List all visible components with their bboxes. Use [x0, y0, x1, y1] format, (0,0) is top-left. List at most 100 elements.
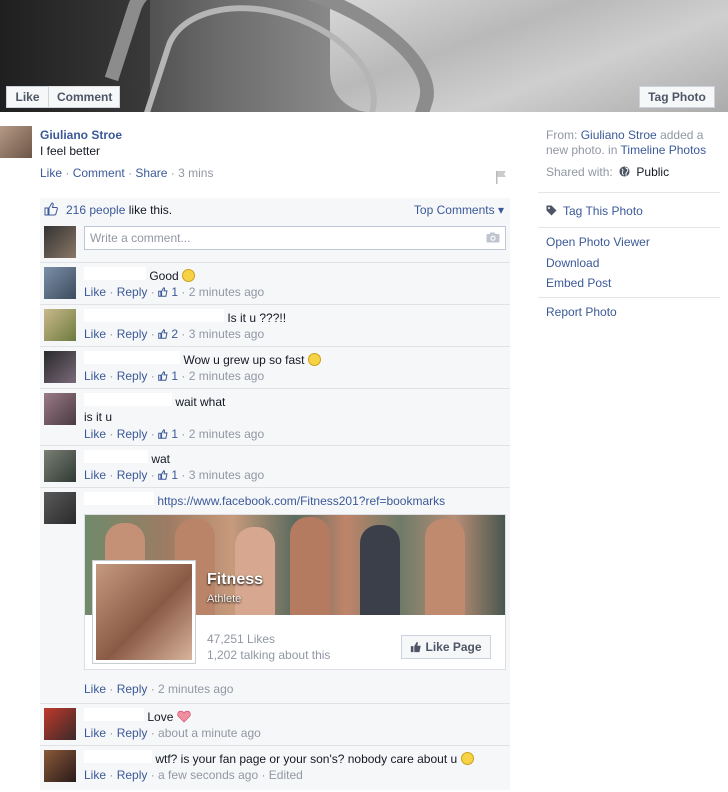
- comment-body: Love: [84, 708, 506, 725]
- comment-reply-link[interactable]: Reply: [117, 285, 148, 299]
- comment-like-link[interactable]: Like: [84, 768, 106, 782]
- commenter-avatar[interactable]: [44, 750, 76, 782]
- camera-icon[interactable]: [486, 232, 500, 243]
- commenter-avatar[interactable]: [44, 708, 76, 740]
- comment-reply-link[interactable]: Reply: [117, 768, 148, 782]
- comment-time[interactable]: about a minute ago: [158, 726, 261, 740]
- cover-figure: [360, 525, 400, 615]
- comment-meta: Like · Reply · 1 · 2 minutes ago: [84, 369, 265, 383]
- comment-time[interactable]: 2 minutes ago: [189, 285, 264, 299]
- post-time[interactable]: 3 mins: [178, 166, 213, 180]
- post-share-link[interactable]: Share: [135, 166, 167, 180]
- top-comments-label: Top Comments: [413, 203, 495, 217]
- comment-reply-link[interactable]: Reply: [117, 327, 148, 341]
- divider: [538, 297, 720, 298]
- comment-like-count[interactable]: 1: [171, 468, 178, 482]
- comment-reply-link[interactable]: Reply: [117, 682, 148, 696]
- comment-meta: Like · Reply · 2 · 3 minutes ago: [84, 327, 265, 341]
- download-link[interactable]: Download: [546, 256, 599, 270]
- comment-text: Wow u grew up so fast: [183, 353, 305, 367]
- comment-reply-link[interactable]: Reply: [117, 468, 148, 482]
- top-comments-dropdown[interactable]: Top Comments ▾: [414, 203, 504, 217]
- comment-item: wait what is it u Like · Reply · 1 · 2 m…: [40, 388, 510, 445]
- photo-like-button[interactable]: Like: [6, 86, 48, 108]
- commenter-avatar[interactable]: [44, 450, 76, 482]
- commenter-name-redacted: [84, 351, 180, 364]
- commenter-avatar[interactable]: [44, 351, 76, 383]
- comment-like-link[interactable]: Like: [84, 468, 106, 482]
- commenter-avatar[interactable]: [44, 492, 76, 524]
- comment-time[interactable]: 2 minutes ago: [189, 369, 264, 383]
- author-name[interactable]: Giuliano Stroe: [40, 128, 122, 142]
- comment-input[interactable]: Write a comment...: [84, 226, 506, 250]
- comment-like-count[interactable]: 1: [171, 427, 178, 441]
- comment-like-link[interactable]: Like: [84, 682, 106, 696]
- comment-body: Is it u ???!!: [84, 309, 506, 326]
- commenter-avatar[interactable]: [44, 309, 76, 341]
- comment-time[interactable]: 3 minutes ago: [189, 468, 264, 482]
- commenter-avatar[interactable]: [44, 267, 76, 299]
- comment-like-count[interactable]: 1: [171, 369, 178, 383]
- commenter-name-redacted: [84, 750, 152, 763]
- report-flag-icon[interactable]: [495, 170, 507, 184]
- comment-edited-label[interactable]: Edited: [269, 768, 303, 782]
- comment-text: wat: [151, 452, 171, 466]
- comment-item: Good Like · Reply · 1 · 2 minutes ago: [40, 262, 510, 304]
- privacy-info: Shared with: Public: [546, 165, 669, 179]
- open-photo-viewer-link[interactable]: Open Photo Viewer: [546, 235, 650, 249]
- comment-time[interactable]: 3 minutes ago: [189, 327, 264, 341]
- photo-comment-button[interactable]: Comment: [48, 86, 120, 108]
- privacy-value[interactable]: Public: [636, 165, 669, 179]
- comment-compose: Write a comment...: [44, 226, 506, 258]
- author-avatar[interactable]: [0, 126, 32, 158]
- comment-like-count[interactable]: 2: [171, 327, 178, 341]
- comment-like-count[interactable]: 1: [171, 285, 178, 299]
- commenter-name-redacted: [84, 708, 144, 721]
- page-profile-picture[interactable]: [93, 561, 195, 663]
- comment-link[interactable]: https://www.facebook.com/Fitness201?ref=…: [157, 494, 445, 508]
- post-comment-link[interactable]: Comment: [73, 166, 125, 180]
- comment-like-link[interactable]: Like: [84, 369, 106, 383]
- comment-meta: Like · Reply · about a minute ago: [84, 726, 261, 740]
- smile-emoji-icon: [182, 269, 196, 282]
- photo[interactable]: Like Comment Tag Photo: [0, 0, 728, 112]
- page-name[interactable]: Fitness: [207, 571, 263, 589]
- page-preview-card[interactable]: Fitness Athlete 47,251 Likes 1,202 talki…: [84, 514, 506, 670]
- comment-like-link[interactable]: Like: [84, 327, 106, 341]
- likes-count-link[interactable]: 216 people: [66, 203, 125, 217]
- comment-meta: Like · Reply · a few seconds ago · Edite…: [84, 768, 303, 782]
- viewer-avatar: [44, 226, 76, 258]
- tag-photo-button[interactable]: Tag Photo: [639, 86, 715, 108]
- comment-reply-link[interactable]: Reply: [117, 369, 148, 383]
- comment-like-link[interactable]: Like: [84, 285, 106, 299]
- chevron-down-icon: ▾: [497, 203, 504, 217]
- comment-body: wait what is it u: [84, 393, 506, 425]
- comment-time[interactable]: a few seconds ago: [158, 768, 258, 782]
- surprised-emoji-icon: [307, 353, 321, 366]
- like-page-button[interactable]: Like Page: [401, 635, 491, 659]
- tag-this-photo-link[interactable]: Tag This Photo: [546, 204, 643, 218]
- embed-post-link[interactable]: Embed Post: [546, 276, 611, 290]
- thumbs-up-icon: [158, 329, 168, 339]
- commenter-avatar[interactable]: [44, 393, 76, 425]
- from-author-link[interactable]: Giuliano Stroe: [581, 128, 657, 142]
- divider: [538, 227, 720, 228]
- post-like-link[interactable]: Like: [40, 166, 62, 180]
- tag-this-photo-label: Tag This Photo: [563, 204, 643, 218]
- cover-figure: [290, 517, 330, 615]
- album-link[interactable]: Timeline Photos: [621, 143, 707, 157]
- commenter-name-redacted: [84, 309, 224, 322]
- page-stats: 47,251 Likes 1,202 talking about this: [207, 631, 330, 663]
- report-photo-link[interactable]: Report Photo: [546, 305, 617, 319]
- comment-time[interactable]: 2 minutes ago: [189, 427, 264, 441]
- commenter-name-redacted: [84, 393, 172, 406]
- thumbs-up-icon: [44, 202, 58, 216]
- comment-reply-link[interactable]: Reply: [117, 726, 148, 740]
- comment-item: https://www.facebook.com/Fitness201?ref=…: [40, 487, 510, 703]
- comment-time[interactable]: 2 minutes ago: [158, 682, 233, 696]
- comment-body: Wow u grew up so fast: [84, 351, 506, 368]
- comment-reply-link[interactable]: Reply: [117, 427, 148, 441]
- comment-like-link[interactable]: Like: [84, 726, 106, 740]
- comment-like-link[interactable]: Like: [84, 427, 106, 441]
- likes-suffix: like this.: [128, 203, 173, 217]
